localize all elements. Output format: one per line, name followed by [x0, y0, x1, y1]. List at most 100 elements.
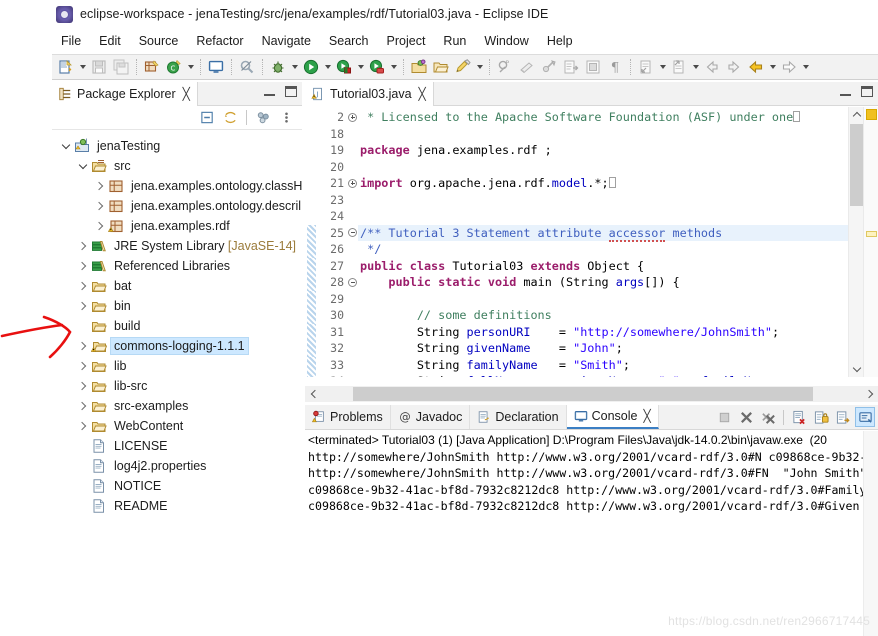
tree-item-src-examples[interactable]: src-examples — [52, 396, 302, 416]
tree-item-referenced-libraries[interactable]: Referenced Libraries — [52, 256, 302, 276]
folding-ruler[interactable] — [347, 107, 358, 377]
chevron-right-icon[interactable] — [75, 418, 91, 434]
external-tools-icon[interactable] — [366, 56, 388, 78]
chevron-right-icon[interactable] — [75, 278, 91, 294]
view-menu-icon[interactable] — [276, 108, 296, 128]
tree-item-commons-logging-1-1-1[interactable]: commons-logging-1.1.1 — [52, 336, 302, 356]
new-file-dropdown-arrow[interactable] — [77, 56, 88, 78]
menu-file[interactable]: File — [52, 32, 90, 50]
tree-item-src[interactable]: src — [52, 156, 302, 176]
link-editor-icon[interactable] — [220, 108, 240, 128]
tree-item-license[interactable]: LICENSE — [52, 436, 302, 456]
chevron-down-icon[interactable] — [58, 138, 74, 154]
tab-package-explorer[interactable]: Package Explorer ╳ — [52, 82, 198, 106]
fold-marker[interactable] — [347, 109, 358, 126]
code-line[interactable] — [358, 126, 878, 143]
collapse-all-icon[interactable] — [197, 108, 217, 128]
project-tree[interactable]: JjenaTesting src jena.examples.ontology.cl… — [52, 130, 302, 630]
menu-source[interactable]: Source — [130, 32, 188, 50]
code-line[interactable]: */ — [358, 241, 878, 258]
tab-tutorial03-java[interactable]: J Tutorial03.java ╳ — [305, 82, 434, 106]
source-code-text[interactable]: * Licensed to the Apache Software Founda… — [358, 107, 878, 377]
hscroll-thumb[interactable] — [353, 387, 813, 401]
overview-occurrence-marker[interactable] — [866, 231, 877, 237]
menu-run[interactable]: Run — [434, 32, 475, 50]
chevron-right-icon[interactable] — [75, 238, 91, 254]
clear-console-icon[interactable] — [789, 407, 809, 427]
maximize-icon[interactable] — [861, 86, 873, 97]
maximize-icon[interactable] — [285, 86, 297, 97]
tab-console[interactable]: Console ╳ — [566, 405, 659, 429]
coverage-icon[interactable] — [333, 56, 355, 78]
scroll-down-icon[interactable] — [849, 362, 864, 377]
scroll-lock-icon[interactable] — [811, 407, 831, 427]
editor-horizontal-scrollbar[interactable] — [305, 386, 878, 402]
scroll-thumb[interactable] — [850, 124, 863, 206]
code-line[interactable] — [358, 159, 878, 176]
code-line[interactable] — [358, 291, 878, 308]
code-line[interactable]: // some definitions — [358, 307, 878, 324]
close-icon[interactable]: ╳ — [643, 410, 650, 422]
code-line[interactable]: /** Tutorial 3 Statement attribute acces… — [358, 224, 878, 242]
tree-item-readme[interactable]: README — [52, 496, 302, 516]
hscroll-track[interactable] — [321, 386, 862, 402]
menu-window[interactable]: Window — [475, 32, 537, 50]
tree-item-bat[interactable]: bat — [52, 276, 302, 296]
remove-x-icon[interactable] — [736, 407, 756, 427]
tab-javadoc[interactable]: @ Javadoc — [390, 405, 471, 429]
chevron-right-icon[interactable] — [75, 298, 91, 314]
close-icon[interactable]: ╳ — [183, 88, 190, 100]
fold-marker[interactable] — [347, 225, 358, 242]
menu-edit[interactable]: Edit — [90, 32, 130, 50]
chevron-right-icon[interactable] — [75, 258, 91, 274]
new-file-icon[interactable] — [55, 56, 77, 78]
menu-refactor[interactable]: Refactor — [187, 32, 252, 50]
chevron-down-icon[interactable] — [75, 158, 91, 174]
editor-marker-gutter[interactable] — [305, 107, 316, 377]
remove-all-xx-icon[interactable] — [758, 407, 778, 427]
menu-help[interactable]: Help — [538, 32, 582, 50]
open-type-dropdown-arrow[interactable] — [474, 56, 485, 78]
editor-overview-ruler[interactable] — [863, 107, 878, 377]
debug-bug-icon[interactable] — [267, 56, 289, 78]
code-line[interactable]: String familyName = "Smith"; — [358, 357, 878, 374]
scroll-up-icon[interactable] — [849, 107, 864, 122]
chevron-right-icon[interactable] — [75, 358, 91, 374]
chevron-right-icon[interactable] — [75, 378, 91, 394]
minimize-icon[interactable] — [264, 87, 275, 96]
tree-item-jena-examples-ontology-descril[interactable]: jena.examples.ontology.descril — [52, 196, 302, 216]
console-output[interactable]: <terminated> Tutorial03 (1) [Java Applic… — [305, 431, 878, 636]
tab-declaration[interactable]: Declaration — [470, 405, 567, 429]
tree-item-jenatesting[interactable]: JjenaTesting — [52, 136, 302, 156]
chevron-right-icon[interactable] — [92, 198, 108, 214]
word-wrap-icon[interactable] — [833, 407, 853, 427]
next-annotation-dropdown-arrow[interactable] — [657, 56, 668, 78]
terminal-icon[interactable] — [205, 56, 227, 78]
forward-nav-dropdown-arrow[interactable] — [800, 56, 811, 78]
filters-icon[interactable] — [253, 108, 273, 128]
overview-warning-marker[interactable] — [866, 109, 877, 120]
pin-console-icon[interactable] — [855, 407, 875, 427]
close-icon[interactable]: ╳ — [419, 88, 426, 100]
back-nav-dropdown-arrow[interactable] — [767, 56, 778, 78]
previous-annotation-dropdown-arrow[interactable] — [690, 56, 701, 78]
scroll-left-icon[interactable] — [305, 386, 321, 402]
package-icon[interactable] — [141, 56, 163, 78]
scroll-right-icon[interactable] — [862, 386, 878, 402]
chevron-right-icon[interactable] — [75, 338, 91, 354]
back-yellow-arrow-icon[interactable] — [745, 56, 767, 78]
code-line[interactable]: String personURI = "http://somewhere/Joh… — [358, 324, 878, 341]
tree-item-jena-examples-rdf[interactable]: jena.examples.rdf — [52, 216, 302, 236]
code-line[interactable]: String givenName = "John"; — [358, 340, 878, 357]
java-project-icon[interactable] — [408, 56, 430, 78]
fold-marker[interactable] — [347, 274, 358, 291]
tree-item-jena-examples-ontology-classh[interactable]: jena.examples.ontology.classH — [52, 176, 302, 196]
code-line[interactable]: String fullName = givenName + " " + fami… — [358, 373, 878, 377]
tab-problems[interactable]: Problems — [305, 405, 391, 429]
coverage-dropdown-arrow[interactable] — [355, 56, 366, 78]
code-line[interactable]: package jena.examples.rdf ; — [358, 142, 878, 159]
code-line[interactable]: public static void main (String args[]) … — [358, 274, 878, 291]
minimize-icon[interactable] — [840, 87, 851, 96]
chevron-right-icon[interactable] — [75, 398, 91, 414]
external-tools-dropdown-arrow[interactable] — [388, 56, 399, 78]
